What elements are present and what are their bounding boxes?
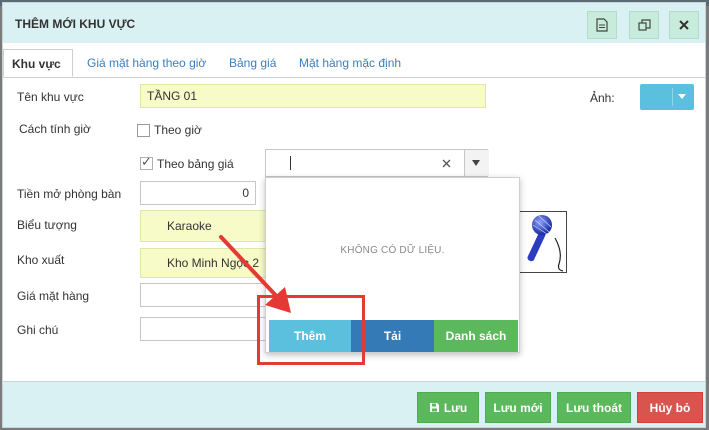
save-button-label: Lưu [443,400,468,415]
tab-gia-mat-hang-theo-gio[interactable]: Giá mặt hàng theo giờ [79,49,214,77]
save-button[interactable]: Lưu [417,392,479,423]
notes-label: Ghi chú [17,323,59,337]
tab-khu-vuc[interactable]: Khu vực [3,49,73,77]
time-calc-label: Cách tính giờ [19,122,91,136]
combobox-toggle[interactable] [464,150,489,176]
document-icon [596,18,608,32]
area-name-input[interactable]: TẦNG 01 [140,84,486,108]
add-area-dialog: THÊM MỚI KHU VỰC Khu vực Giá mặt hàng th… [2,2,706,428]
annotation-highlight-box [257,295,365,365]
room-open-fee-input[interactable]: 0 [140,181,256,205]
restore-icon [637,18,651,31]
dialog-titlebar: THÊM MỚI KHU VỰC [3,3,705,43]
image-picker-button[interactable] [640,84,694,110]
dropdown-list-button[interactable]: Danh sách [434,320,518,352]
by-price-table-label: Theo bảng giá [157,157,234,171]
item-price-label: Giá mặt hàng [17,289,90,303]
by-hour-label: Theo giờ [154,123,202,137]
tab-bang-gia[interactable]: Bảng giá [221,49,284,77]
icon-label: Biểu tượng [17,218,77,232]
room-open-fee-label: Tiền mở phòng bàn [17,187,122,201]
save-exit-button[interactable]: Lưu thoát [557,392,631,423]
dialog-title: THÊM MỚI KHU VỰC [15,17,136,31]
close-icon [679,20,689,30]
caret-down-icon [678,94,686,99]
caret-down-icon [472,160,480,166]
cancel-button[interactable]: Hủy bỏ [637,392,703,423]
area-name-label: Tên khu vực [17,90,84,104]
image-label: Ảnh: [590,91,615,105]
floppy-disk-icon [429,403,439,412]
checkmark-icon: ✓ [141,155,152,170]
price-table-combobox[interactable] [265,149,489,177]
warehouse-label: Kho xuất [17,253,65,267]
empty-data-text: KHÔNG CÓ DỮ LIỆU. [340,245,445,256]
close-dialog-button[interactable] [669,11,699,39]
text-cursor [290,156,291,170]
export-document-button[interactable] [587,11,617,39]
image-preview [518,211,567,273]
by-hour-checkbox[interactable] [137,124,150,137]
restore-window-button[interactable] [629,11,659,39]
tab-mat-hang-mac-dinh[interactable]: Mặt hàng mặc định [291,49,409,77]
tab-bar: Khu vực Giá mặt hàng theo giờ Bảng giá M… [3,49,705,78]
dialog-footer: Lưu Lưu mới Lưu thoát Hủy bỏ [3,381,705,427]
clear-icon[interactable] [442,159,451,168]
microphone-icon [527,215,564,272]
by-price-table-checkbox[interactable]: ✓ [140,155,153,170]
save-new-button[interactable]: Lưu mới [485,392,551,423]
